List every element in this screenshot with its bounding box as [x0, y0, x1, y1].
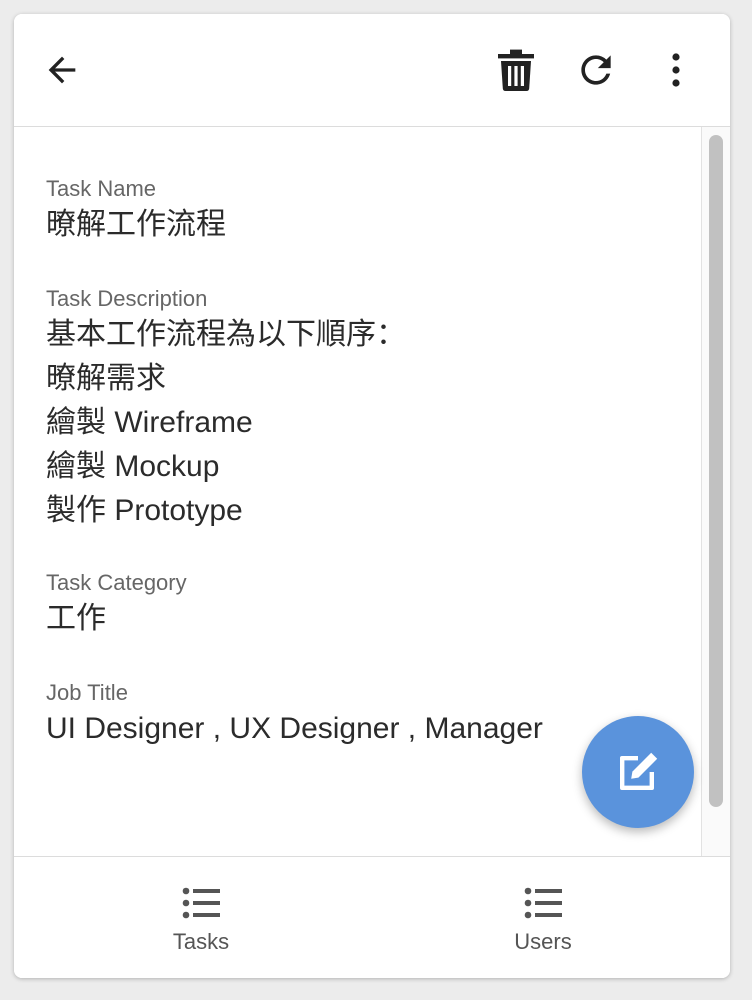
nav-item-users[interactable]: Users — [364, 857, 722, 978]
task-description-field: Task Description 基本工作流程為以下順序： 暸解需求 繪製 Wi… — [46, 285, 406, 533]
bottom-navigation: Tasks Users — [14, 856, 730, 978]
nav-label-users: Users — [514, 929, 572, 954]
list-icon — [524, 887, 562, 919]
nav-label-tasks: Tasks — [172, 929, 230, 954]
more-vertical-icon — [672, 53, 680, 87]
delete-button[interactable] — [488, 42, 544, 98]
nav-item-tasks[interactable]: Tasks — [22, 857, 380, 978]
task-description-value: 基本工作流程為以下順序： 暸解需求 繪製 Wireframe 繪製 Mockup… — [46, 318, 406, 527]
edit-fab-button[interactable] — [582, 716, 694, 828]
list-icon — [182, 887, 220, 919]
task-category-field: Task Category 工作 — [46, 569, 187, 641]
task-name-label: Task Name — [46, 176, 157, 201]
task-detail-card: Task Name 暸解工作流程 Task Description 基本工作流程… — [14, 14, 730, 978]
task-description-label: Task Description — [46, 286, 208, 311]
task-category-value: 工作 — [46, 602, 106, 635]
job-title-label: Job Title — [46, 680, 128, 705]
task-name-value: 暸解工作流程 — [46, 208, 226, 241]
back-button[interactable] — [34, 42, 90, 98]
refresh-icon — [581, 55, 611, 85]
edit-icon — [620, 752, 658, 790]
scrollbar-track[interactable] — [701, 127, 730, 856]
task-name-field: Task Name 暸解工作流程 — [46, 175, 226, 247]
job-title-value: UI Designer , UX Designer , Manager — [46, 712, 543, 745]
scrollbar-thumb[interactable] — [709, 135, 723, 807]
more-options-button[interactable] — [648, 42, 704, 98]
top-app-bar — [14, 14, 730, 127]
job-title-field: Job Title UI Designer , UX Designer , Ma… — [46, 679, 543, 751]
refresh-button[interactable] — [568, 42, 624, 98]
task-category-label: Task Category — [46, 570, 187, 595]
trash-icon — [498, 49, 534, 91]
arrow-left-icon — [48, 56, 76, 84]
